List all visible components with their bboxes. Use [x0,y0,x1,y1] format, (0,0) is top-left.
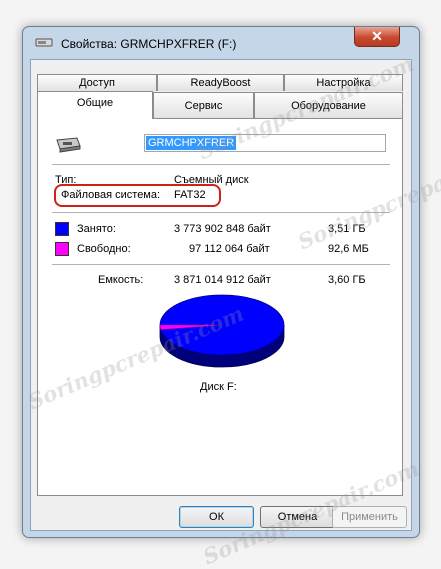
volume-name-input[interactable]: GRMCHPXFRER [144,134,386,152]
filesystem-label: Файловая система: [61,189,161,201]
free-label: Свободно: [77,243,131,255]
properties-window: Свойства: GRMCHPXFRER (F:) ✕ Доступ Read… [22,26,420,538]
cancel-button[interactable]: Отмена [260,506,335,528]
divider [52,164,390,165]
free-bytes: 97 112 064 байт [189,243,270,255]
used-bytes: 3 773 902 848 байт [174,223,271,235]
general-tab-panel: GRMCHPXFRER Тип: Съемный диск Файловая с… [37,118,403,496]
tab-settings[interactable]: Настройка [284,74,403,91]
capacity-size: 3,60 ГБ [328,274,366,286]
divider [52,212,390,213]
used-color-swatch [55,222,69,236]
free-color-swatch [55,242,69,256]
tab-access[interactable]: Доступ [37,74,157,91]
dialog-client: Доступ ReadyBoost Настройка Общие Сервис… [30,59,412,531]
removable-drive-icon [56,137,81,153]
capacity-label: Емкость: [98,274,144,286]
volume-name-text: GRMCHPXFRER [146,136,237,150]
drive-icon [35,38,53,47]
filesystem-value: FAT32 [174,189,206,201]
disk-usage-pie [159,294,285,368]
tab-service[interactable]: Сервис [153,92,254,118]
used-label: Занято: [77,223,116,235]
disk-label: Диск F: [200,381,237,393]
window-title: Свойства: GRMCHPXFRER (F:) [61,37,237,51]
close-button[interactable]: ✕ [354,27,400,47]
close-icon: ✕ [371,28,383,44]
used-size: 3,51 ГБ [328,223,366,235]
divider [52,264,390,265]
apply-button[interactable]: Применить [332,506,407,528]
tab-readyboost[interactable]: ReadyBoost [157,74,284,91]
title-bar[interactable]: Свойства: GRMCHPXFRER (F:) ✕ [23,27,419,59]
tab-general[interactable]: Общие [37,91,153,119]
ok-button[interactable]: ОК [179,506,254,528]
capacity-bytes: 3 871 014 912 байт [174,274,271,286]
tab-hardware[interactable]: Оборудование [254,92,403,118]
free-size: 92,6 МБ [328,243,369,255]
